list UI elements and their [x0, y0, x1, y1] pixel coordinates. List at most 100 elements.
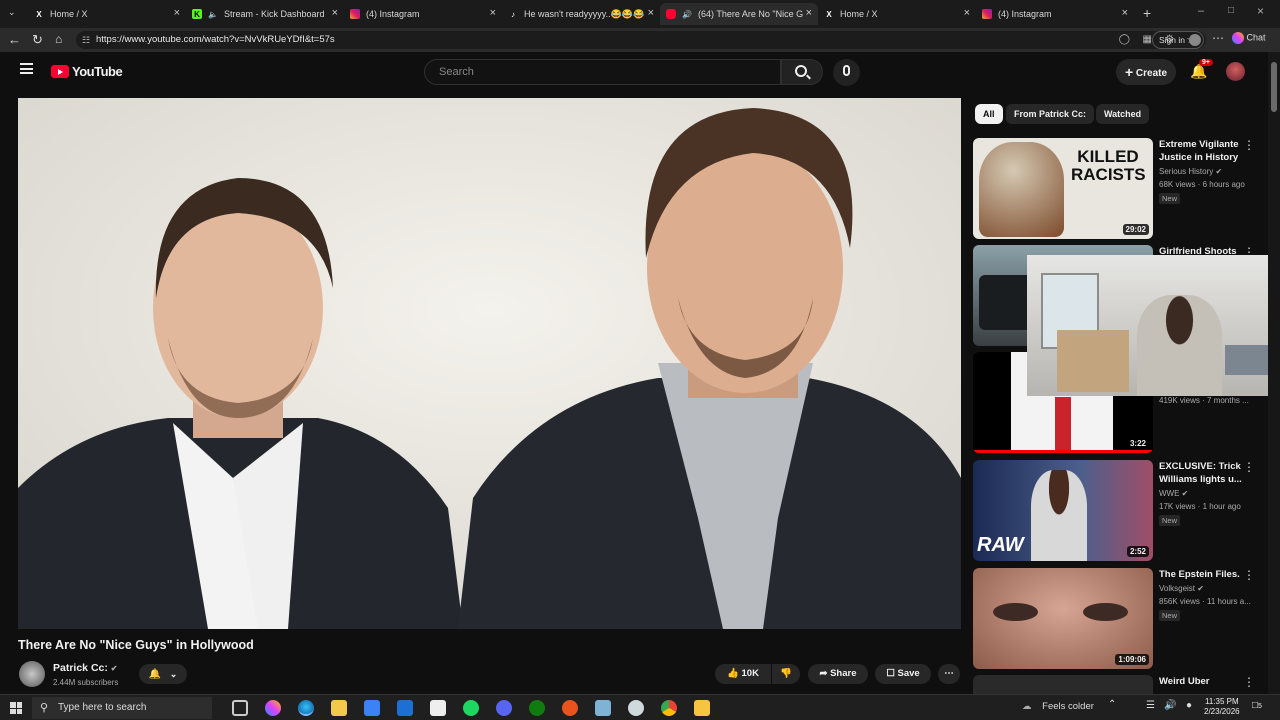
apps-icon[interactable]: ▦	[1143, 31, 1152, 49]
thumbnail-caption: KILLED RACISTS	[1071, 147, 1146, 184]
like-count: 10K	[741, 668, 759, 679]
copilot-icon	[1232, 32, 1244, 44]
windows-start-icon[interactable]	[10, 702, 22, 714]
recommended-channel: WWE ✔	[1159, 489, 1189, 498]
kick-icon[interactable]	[694, 700, 710, 716]
more-actions-button[interactable]: ⋯	[938, 664, 960, 684]
recommended-thumbnail[interactable]: 1:09:06	[973, 568, 1153, 669]
new-tab-button[interactable]: +	[1143, 5, 1151, 21]
network-icon[interactable]: ☰	[1146, 700, 1155, 711]
app-icon[interactable]	[628, 700, 644, 716]
edge-browser-icon[interactable]	[298, 700, 314, 716]
notepad-icon[interactable]	[430, 700, 446, 716]
discord-icon[interactable]	[496, 700, 512, 716]
close-tab-icon[interactable]: ×	[1122, 7, 1128, 19]
volume-icon[interactable]: 🔊	[1164, 700, 1176, 711]
browser-tab[interactable]: ♪ He wasn't readyyyyy..😂😂😂😂 # ×	[502, 3, 660, 25]
voice-search-button[interactable]	[833, 59, 860, 86]
site-info-icon[interactable]: ☷	[82, 31, 90, 49]
browser-tab[interactable]: K 🔈 Stream - Kick Dashboard ×	[186, 3, 344, 25]
hamburger-menu-icon[interactable]	[20, 63, 33, 74]
save-label: Save	[897, 668, 920, 679]
close-tab-icon[interactable]: ×	[806, 7, 812, 19]
browser-tab[interactable]: X Home / X ×	[818, 3, 976, 25]
home-icon[interactable]: ⌂	[55, 32, 62, 46]
system-tray-chevron-icon[interactable]: ⌃	[1108, 699, 1116, 710]
dislike-button[interactable]: 👎	[772, 664, 800, 684]
copilot-chat-button[interactable]: Chat	[1232, 32, 1266, 44]
store-icon[interactable]	[364, 700, 380, 716]
search-input[interactable]: Search	[424, 59, 781, 85]
tiktok-icon: ♪	[511, 9, 515, 19]
search-button[interactable]	[781, 59, 823, 85]
close-tab-icon[interactable]: ×	[174, 7, 180, 19]
refresh-icon[interactable]: ↻	[32, 32, 43, 48]
video-menu-icon[interactable]: ⋮	[1243, 568, 1255, 582]
notifications-button[interactable]: 🔔 9+	[1190, 59, 1213, 79]
address-bar[interactable]: ☷ https://www.youtube.com/watch?v=NvVkRU…	[76, 31, 1206, 49]
recommended-channel: Volksgeist ✔	[1159, 584, 1204, 593]
video-menu-icon[interactable]: ⋮	[1243, 675, 1255, 689]
youtube-logo[interactable]: YouTube	[51, 64, 123, 79]
chrome-icon[interactable]	[661, 700, 677, 716]
share-button[interactable]: ➦ Share	[808, 664, 868, 684]
close-tab-icon[interactable]: ×	[964, 7, 970, 19]
new-badge: New	[1159, 515, 1181, 526]
file-explorer-icon[interactable]	[331, 700, 347, 716]
video-menu-icon[interactable]: ⋮	[1243, 460, 1255, 474]
channel-name[interactable]: Patrick Cc: ✔	[53, 662, 117, 674]
video-menu-icon[interactable]: ⋮	[1243, 138, 1255, 152]
create-button[interactable]: + Create	[1116, 59, 1176, 85]
profile-icon	[1189, 34, 1201, 46]
notification-center-icon[interactable]: □5	[1252, 700, 1262, 711]
minimize-button[interactable]: –	[1198, 5, 1204, 17]
video-duration: 29:02	[1122, 224, 1149, 235]
channel-avatar[interactable]	[19, 661, 45, 687]
task-view-icon[interactable]	[232, 700, 248, 716]
close-tab-icon[interactable]: ×	[332, 7, 338, 19]
app-icon[interactable]	[595, 700, 611, 716]
filter-chip-watched[interactable]: Watched	[1096, 104, 1150, 124]
speaker-muted-icon[interactable]: 🔈	[208, 9, 218, 19]
recommended-thumbnail[interactable]: RAW 2:52	[973, 460, 1153, 561]
recommended-thumbnail[interactable]: KILLED RACISTS 29:02	[973, 138, 1153, 239]
tab-list-chevron-icon[interactable]: ⌄	[8, 7, 16, 18]
copilot-icon[interactable]	[265, 700, 281, 716]
browser-tab-active[interactable]: 🔊 (64) There Are No "Nice Guys" ×	[660, 3, 818, 25]
video-player[interactable]	[18, 98, 961, 629]
browser-tab[interactable]: (4) Instagram ×	[976, 3, 1134, 25]
account-avatar[interactable]	[1226, 62, 1245, 81]
scrollbar-thumb[interactable]	[1271, 62, 1277, 112]
spotify-icon[interactable]	[463, 700, 479, 716]
close-tab-icon[interactable]: ×	[648, 7, 654, 19]
page-scrollbar[interactable]	[1268, 52, 1280, 694]
close-window-button[interactable]: ×	[1257, 4, 1264, 18]
microphone-icon[interactable]: ●	[1186, 700, 1192, 711]
video-duration: 1:09:06	[1115, 654, 1149, 665]
video-duration: 2:52	[1126, 546, 1149, 557]
filter-chip-all[interactable]: All	[975, 104, 1003, 124]
clock[interactable]: 11:35 PM 2/23/2026	[1204, 697, 1240, 717]
kick-icon: K	[192, 9, 202, 19]
filter-chip-from-channel[interactable]: From Patrick Cc:	[1006, 104, 1095, 124]
recommended-thumbnail[interactable]	[973, 675, 1153, 694]
back-icon[interactable]: ←	[8, 32, 21, 47]
browser-tab[interactable]: X Home / X ×	[28, 3, 186, 25]
obs-icon[interactable]	[562, 700, 578, 716]
maximize-button[interactable]: □	[1228, 5, 1234, 16]
sign-in-button[interactable]: Sign in	[1152, 31, 1204, 49]
weather-widget[interactable]: ☁ Feels colder	[1022, 701, 1094, 712]
taskbar-search-input[interactable]: ⚲ Type here to search	[32, 697, 212, 719]
translate-icon[interactable]: ◯	[1119, 31, 1130, 49]
speaker-icon[interactable]: 🔊	[682, 9, 692, 19]
tab-label: He wasn't readyyyyy..😂😂😂😂 #	[524, 8, 644, 19]
video-frame-image	[18, 98, 961, 629]
mail-icon[interactable]	[397, 700, 413, 716]
close-tab-icon[interactable]: ×	[490, 7, 496, 19]
xbox-icon[interactable]	[529, 700, 545, 716]
subscription-bell-button[interactable]: 🔔 ⌄	[139, 664, 187, 684]
browser-tab[interactable]: (4) Instagram ×	[344, 3, 502, 25]
save-button[interactable]: ☐ Save	[875, 664, 931, 684]
more-menu-icon[interactable]: ⋯	[1212, 31, 1224, 45]
like-button[interactable]: 👍 10K	[715, 664, 771, 684]
